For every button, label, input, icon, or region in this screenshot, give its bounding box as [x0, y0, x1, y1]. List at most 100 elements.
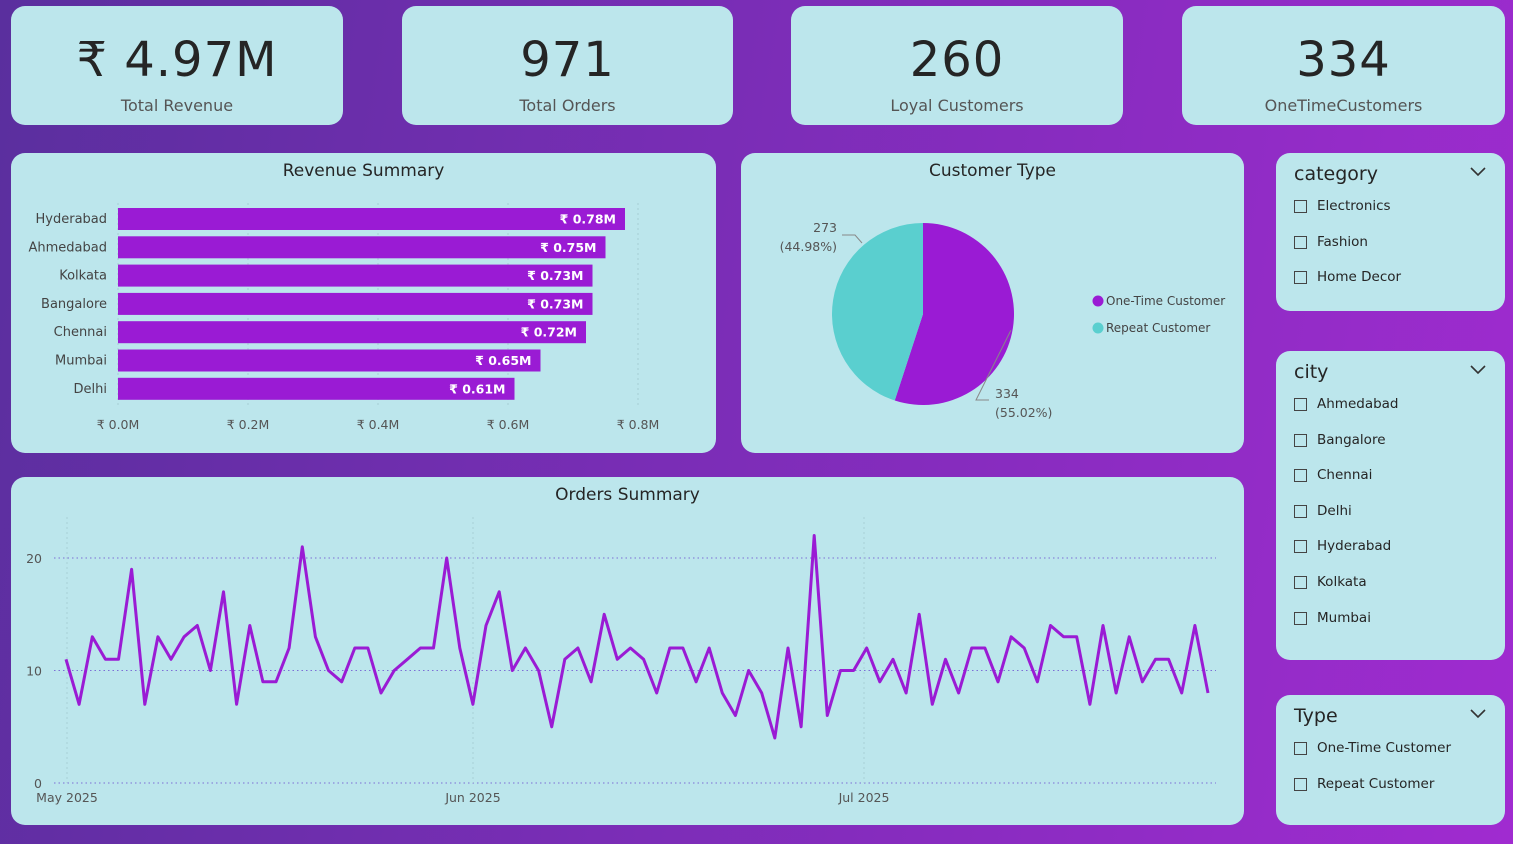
x-tick-label: May 2025 [36, 790, 98, 805]
checkbox[interactable] [1294, 504, 1307, 518]
slicer-option-kolkata[interactable]: Kolkata [1294, 572, 1367, 592]
checkbox[interactable] [1294, 235, 1307, 249]
x-tick-label: ₹ 0.2M [227, 417, 270, 432]
slicer-title: city [1294, 361, 1329, 383]
slicer-option-electronics[interactable]: Electronics [1294, 196, 1391, 216]
option-label: Kolkata [1317, 574, 1367, 590]
checkbox[interactable] [1294, 611, 1307, 625]
checkbox[interactable] [1294, 575, 1307, 589]
kpi-value: 260 [909, 32, 1005, 88]
kpi-one-time-customers: 334 OneTimeCustomers [1182, 6, 1505, 125]
kpi-loyal-customers: 260 Loyal Customers [791, 6, 1123, 125]
option-label: Bangalore [1317, 432, 1386, 448]
checkbox[interactable] [1294, 433, 1307, 447]
slicer-title: category [1294, 163, 1378, 185]
chevron-down-icon[interactable] [1469, 363, 1487, 375]
slicer-option-hyderabad[interactable]: Hyderabad [1294, 536, 1391, 556]
bar-value-label: ₹ 0.73M [527, 268, 583, 283]
option-label: Delhi [1317, 503, 1352, 519]
city-slicer[interactable]: city Ahmedabad Bangalore Chennai Delhi H… [1276, 351, 1505, 660]
slicer-option-mumbai[interactable]: Mumbai [1294, 608, 1371, 628]
slice-value-label: 273 [813, 220, 837, 235]
kpi-value: 971 [520, 32, 615, 88]
x-tick-label: ₹ 0.4M [357, 417, 400, 432]
orders-line-chart[interactable]: 0 10 20 May 2025 Jun 2025 Jul 2025 [11, 477, 1244, 825]
option-label: Mumbai [1317, 610, 1371, 626]
kpi-label: Loyal Customers [890, 96, 1024, 115]
option-label: Electronics [1317, 198, 1391, 214]
kpi-label: Total Revenue [120, 96, 234, 115]
legend-marker [1092, 295, 1104, 307]
x-tick-label: ₹ 0.6M [487, 417, 530, 432]
kpi-value: ₹ 4.97M [76, 32, 278, 88]
bar [118, 208, 625, 230]
bar-value-label: ₹ 0.78M [560, 212, 616, 227]
checkbox[interactable] [1294, 468, 1307, 482]
orders-summary-panel[interactable]: Orders Summary 0 10 20 May 2025 Jun 2025 Jul … [11, 477, 1244, 825]
checkbox[interactable] [1294, 397, 1307, 411]
option-label: Hyderabad [1317, 538, 1392, 554]
legend-marker [1092, 322, 1104, 334]
kpi-label: Total Orders [519, 96, 616, 115]
x-tick-label: Jun 2025 [444, 790, 500, 805]
y-category-label: Chennai [54, 325, 107, 340]
bar-value-label: ₹ 0.72M [521, 325, 577, 340]
y-tick-label: 20 [26, 551, 42, 566]
option-label: Repeat Customer [1317, 776, 1435, 792]
bar [118, 292, 593, 315]
legend-label: One-Time Customer [1106, 294, 1225, 308]
checkbox[interactable] [1294, 270, 1307, 284]
kpi-total-orders: 971 Total Orders [402, 6, 733, 125]
legend-label: Repeat Customer [1106, 321, 1210, 335]
kpi-value: 334 [1296, 32, 1391, 88]
slice-percent-label: (44.98%) [780, 239, 837, 254]
option-label: One-Time Customer [1317, 740, 1452, 756]
bar-value-label: ₹ 0.73M [527, 296, 583, 311]
x-tick-label: Jul 2025 [838, 790, 890, 805]
bar [118, 264, 593, 287]
type-slicer[interactable]: Type One-Time Customer Repeat Customer [1276, 695, 1505, 825]
x-tick-label: ₹ 0.8M [617, 417, 660, 432]
option-label: Ahmedabad [1317, 396, 1399, 412]
slice-value-label: 334 [995, 386, 1019, 401]
kpi-total-revenue: ₹ 4.97M Total Revenue [11, 6, 343, 125]
chevron-down-icon[interactable] [1469, 165, 1487, 177]
y-category-label: Mumbai [55, 354, 107, 369]
slicer-option-repeat-customer[interactable]: Repeat Customer [1294, 774, 1434, 794]
slicer-option-bangalore[interactable]: Bangalore [1294, 430, 1386, 450]
series-line [64, 534, 1210, 740]
y-category-label: Bangalore [41, 297, 107, 312]
y-category-label: Kolkata [59, 269, 107, 284]
bar-value-label: ₹ 0.75M [540, 240, 596, 255]
slicer-option-one-time-customer[interactable]: One-Time Customer [1294, 738, 1451, 758]
kpi-label: OneTimeCustomers [1264, 96, 1423, 115]
category-slicer[interactable]: category Electronics Fashion Home Decor [1276, 153, 1505, 311]
customer-type-pie-chart[interactable]: 334 (55.02%) 273 (44.98%) One-Time Customer R… [741, 153, 1244, 453]
checkbox[interactable] [1294, 199, 1307, 213]
slicer-option-home-decor[interactable]: Home Decor [1294, 267, 1401, 287]
option-label: Fashion [1317, 234, 1368, 250]
revenue-bar-chart[interactable]: ₹ 0.0M ₹ 0.2M ₹ 0.4M ₹ 0.6M ₹ 0.8M Hyderabad ₹… [11, 153, 716, 453]
option-label: Home Decor [1317, 269, 1402, 285]
checkbox[interactable] [1294, 539, 1307, 553]
bar-value-label: ₹ 0.61M [449, 381, 505, 396]
customer-type-panel[interactable]: Customer Type 334 (55.02%) 273 (44.98%) One-… [741, 153, 1244, 453]
slicer-option-ahmedabad[interactable]: Ahmedabad [1294, 394, 1399, 414]
y-category-label: Hyderabad [36, 212, 108, 227]
slice-percent-label: (55.02%) [995, 405, 1052, 420]
chevron-down-icon[interactable] [1469, 707, 1487, 719]
slicer-option-delhi[interactable]: Delhi [1294, 501, 1352, 521]
option-label: Chennai [1317, 467, 1373, 483]
checkbox[interactable] [1294, 741, 1307, 755]
y-category-label: Delhi [74, 382, 107, 397]
leader-line [842, 234, 863, 244]
slicer-title: Type [1294, 705, 1338, 727]
slicer-option-chennai[interactable]: Chennai [1294, 465, 1372, 485]
slicer-option-fashion[interactable]: Fashion [1294, 232, 1368, 252]
x-tick-label: ₹ 0.0M [97, 417, 140, 432]
bar [118, 321, 586, 344]
revenue-summary-panel[interactable]: Revenue Summary ₹ 0.0M ₹ 0.2M ₹ 0.4M ₹ 0.6M… [11, 153, 716, 453]
checkbox[interactable] [1294, 777, 1307, 791]
bar [118, 236, 606, 259]
y-tick-label: 0 [34, 776, 42, 791]
